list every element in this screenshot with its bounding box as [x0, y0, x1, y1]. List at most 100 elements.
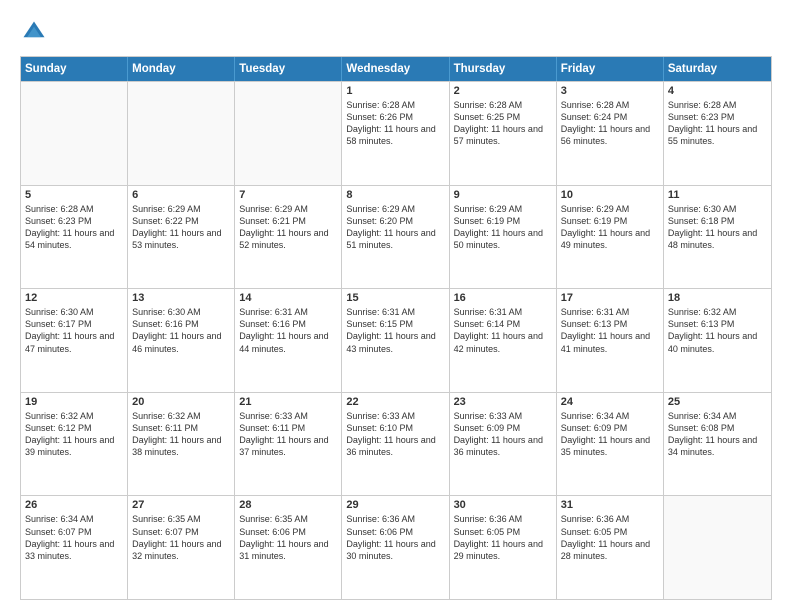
cell-info: Sunrise: 6:30 AM Sunset: 6:17 PM Dayligh… [25, 306, 123, 355]
day-number: 15 [346, 292, 444, 304]
day-number: 4 [668, 85, 767, 97]
cell-info: Sunrise: 6:32 AM Sunset: 6:11 PM Dayligh… [132, 410, 230, 459]
calendar-cell: 22 Sunrise: 6:33 AM Sunset: 6:10 PM Dayli… [342, 393, 449, 496]
cell-info: Sunrise: 6:29 AM Sunset: 6:20 PM Dayligh… [346, 203, 444, 252]
weekday-header-tuesday: Tuesday [235, 57, 342, 81]
day-number: 10 [561, 189, 659, 201]
day-number: 12 [25, 292, 123, 304]
calendar-cell: 2 Sunrise: 6:28 AM Sunset: 6:25 PM Daylig… [450, 82, 557, 185]
calendar-cell: 15 Sunrise: 6:31 AM Sunset: 6:15 PM Dayli… [342, 289, 449, 392]
day-number: 8 [346, 189, 444, 201]
cell-info: Sunrise: 6:29 AM Sunset: 6:19 PM Dayligh… [454, 203, 552, 252]
calendar-cell: 23Sunrise: 6:33 AM Sunset: 6:09 PM Dayli… [450, 393, 557, 496]
day-number: 11 [668, 189, 767, 201]
calendar-cell [128, 82, 235, 185]
calendar-row-5: 26 Sunrise: 6:34 AM Sunset: 6:07 PM Dayli… [21, 495, 771, 599]
cell-info: Sunrise: 6:34 AM Sunset: 6:07 PM Dayligh… [25, 513, 123, 562]
calendar-row-1: 1 Sunrise: 6:28 AM Sunset: 6:26 PM Daylig… [21, 81, 771, 185]
cell-info: Sunrise: 6:29 AM Sunset: 6:22 PM Dayligh… [132, 203, 230, 252]
day-number: 13 [132, 292, 230, 304]
weekday-header-friday: Friday [557, 57, 664, 81]
day-number: 23 [454, 396, 552, 408]
cell-info: Sunrise: 6:28 AM Sunset: 6:24 PM Dayligh… [561, 99, 659, 148]
calendar-cell: 11 Sunrise: 6:30 AM Sunset: 6:18 PM Dayli… [664, 186, 771, 289]
cell-info: Sunrise: 6:28 AM Sunset: 6:25 PM Dayligh… [454, 99, 552, 148]
calendar-row-2: 5Sunrise: 6:28 AM Sunset: 6:23 PM Daylig… [21, 185, 771, 289]
calendar-row-3: 12 Sunrise: 6:30 AM Sunset: 6:17 PM Dayli… [21, 288, 771, 392]
cell-info: Sunrise: 6:32 AM Sunset: 6:12 PM Dayligh… [25, 410, 123, 459]
calendar-cell: 27 Sunrise: 6:35 AM Sunset: 6:07 PM Dayli… [128, 496, 235, 599]
cell-info: Sunrise: 6:36 AM Sunset: 6:05 PM Dayligh… [454, 513, 552, 562]
cell-info: Sunrise: 6:29 AM Sunset: 6:21 PM Dayligh… [239, 203, 337, 252]
weekday-header-saturday: Saturday [664, 57, 771, 81]
calendar-cell: 16 Sunrise: 6:31 AM Sunset: 6:14 PM Dayli… [450, 289, 557, 392]
day-number: 3 [561, 85, 659, 97]
calendar-cell: 13 Sunrise: 6:30 AM Sunset: 6:16 PM Dayli… [128, 289, 235, 392]
cell-info: Sunrise: 6:36 AM Sunset: 6:06 PM Dayligh… [346, 513, 444, 562]
calendar-cell: 26 Sunrise: 6:34 AM Sunset: 6:07 PM Dayli… [21, 496, 128, 599]
calendar-cell [664, 496, 771, 599]
day-number: 31 [561, 499, 659, 511]
calendar-cell: 4 Sunrise: 6:28 AM Sunset: 6:23 PM Daylig… [664, 82, 771, 185]
cell-info: Sunrise: 6:33 AM Sunset: 6:10 PM Dayligh… [346, 410, 444, 459]
calendar-body: 1 Sunrise: 6:28 AM Sunset: 6:26 PM Daylig… [21, 81, 771, 599]
weekday-header-wednesday: Wednesday [342, 57, 449, 81]
calendar-cell: 21 Sunrise: 6:33 AM Sunset: 6:11 PM Dayli… [235, 393, 342, 496]
header [20, 18, 772, 46]
cell-info: Sunrise: 6:28 AM Sunset: 6:23 PM Dayligh… [25, 203, 123, 252]
day-number: 9 [454, 189, 552, 201]
day-number: 20 [132, 396, 230, 408]
calendar-cell: 25 Sunrise: 6:34 AM Sunset: 6:08 PM Dayli… [664, 393, 771, 496]
calendar-cell: 1 Sunrise: 6:28 AM Sunset: 6:26 PM Daylig… [342, 82, 449, 185]
day-number: 22 [346, 396, 444, 408]
calendar-cell: 7 Sunrise: 6:29 AM Sunset: 6:21 PM Daylig… [235, 186, 342, 289]
cell-info: Sunrise: 6:28 AM Sunset: 6:23 PM Dayligh… [668, 99, 767, 148]
day-number: 7 [239, 189, 337, 201]
day-number: 27 [132, 499, 230, 511]
calendar-cell: 10Sunrise: 6:29 AM Sunset: 6:19 PM Dayli… [557, 186, 664, 289]
cell-info: Sunrise: 6:30 AM Sunset: 6:18 PM Dayligh… [668, 203, 767, 252]
cell-info: Sunrise: 6:34 AM Sunset: 6:09 PM Dayligh… [561, 410, 659, 459]
day-number: 29 [346, 499, 444, 511]
calendar-cell: 5Sunrise: 6:28 AM Sunset: 6:23 PM Daylig… [21, 186, 128, 289]
day-number: 25 [668, 396, 767, 408]
calendar-row-4: 19Sunrise: 6:32 AM Sunset: 6:12 PM Dayli… [21, 392, 771, 496]
day-number: 16 [454, 292, 552, 304]
calendar-cell: 28Sunrise: 6:35 AM Sunset: 6:06 PM Dayli… [235, 496, 342, 599]
day-number: 30 [454, 499, 552, 511]
calendar-cell: 30 Sunrise: 6:36 AM Sunset: 6:05 PM Dayli… [450, 496, 557, 599]
day-number: 6 [132, 189, 230, 201]
calendar-cell: 29 Sunrise: 6:36 AM Sunset: 6:06 PM Dayli… [342, 496, 449, 599]
day-number: 18 [668, 292, 767, 304]
calendar-cell: 17Sunrise: 6:31 AM Sunset: 6:13 PM Dayli… [557, 289, 664, 392]
cell-info: Sunrise: 6:28 AM Sunset: 6:26 PM Dayligh… [346, 99, 444, 148]
weekday-header-thursday: Thursday [450, 57, 557, 81]
day-number: 2 [454, 85, 552, 97]
weekday-header-sunday: Sunday [21, 57, 128, 81]
day-number: 21 [239, 396, 337, 408]
day-number: 1 [346, 85, 444, 97]
calendar-cell: 20 Sunrise: 6:32 AM Sunset: 6:11 PM Dayli… [128, 393, 235, 496]
day-number: 24 [561, 396, 659, 408]
cell-info: Sunrise: 6:31 AM Sunset: 6:14 PM Dayligh… [454, 306, 552, 355]
calendar-cell: 14Sunrise: 6:31 AM Sunset: 6:16 PM Dayli… [235, 289, 342, 392]
calendar: SundayMondayTuesdayWednesdayThursdayFrid… [20, 56, 772, 600]
calendar-cell: 3 Sunrise: 6:28 AM Sunset: 6:24 PM Daylig… [557, 82, 664, 185]
cell-info: Sunrise: 6:34 AM Sunset: 6:08 PM Dayligh… [668, 410, 767, 459]
calendar-cell: 31 Sunrise: 6:36 AM Sunset: 6:05 PM Dayli… [557, 496, 664, 599]
day-number: 26 [25, 499, 123, 511]
cell-info: Sunrise: 6:31 AM Sunset: 6:15 PM Dayligh… [346, 306, 444, 355]
day-number: 17 [561, 292, 659, 304]
cell-info: Sunrise: 6:35 AM Sunset: 6:07 PM Dayligh… [132, 513, 230, 562]
cell-info: Sunrise: 6:33 AM Sunset: 6:11 PM Dayligh… [239, 410, 337, 459]
cell-info: Sunrise: 6:30 AM Sunset: 6:16 PM Dayligh… [132, 306, 230, 355]
cell-info: Sunrise: 6:31 AM Sunset: 6:16 PM Dayligh… [239, 306, 337, 355]
calendar-cell: 12 Sunrise: 6:30 AM Sunset: 6:17 PM Dayli… [21, 289, 128, 392]
calendar-cell: 24 Sunrise: 6:34 AM Sunset: 6:09 PM Dayli… [557, 393, 664, 496]
cell-info: Sunrise: 6:36 AM Sunset: 6:05 PM Dayligh… [561, 513, 659, 562]
logo-icon [20, 18, 48, 46]
calendar-cell: 6 Sunrise: 6:29 AM Sunset: 6:22 PM Daylig… [128, 186, 235, 289]
calendar-cell: 18Sunrise: 6:32 AM Sunset: 6:13 PM Dayli… [664, 289, 771, 392]
weekday-header-monday: Monday [128, 57, 235, 81]
calendar-cell [235, 82, 342, 185]
